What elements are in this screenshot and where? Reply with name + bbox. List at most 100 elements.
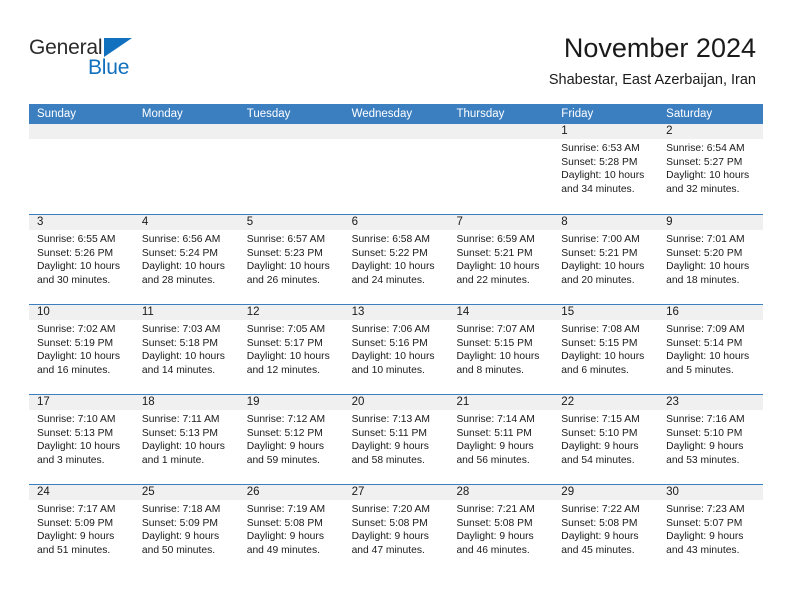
day-detail-line: Sunrise: 7:13 AM <box>351 414 430 425</box>
day-detail-line: and 3 minutes. <box>37 454 105 466</box>
calendar-day-cell[interactable]: 13 Sunrise: 7:06 AM Sunset: 5:16 PM Dayligh… <box>343 305 449 394</box>
calendar-day-cell[interactable]: 25 Sunrise: 7:18 AM Sunset: 5:09 PM Dayligh… <box>133 485 239 574</box>
day-detail-line: Sunrise: 7:01 AM <box>666 234 745 245</box>
day-detail-line: Sunset: 5:26 PM <box>37 247 114 259</box>
calendar-day-cell[interactable]: 15 Sunrise: 7:08 AM Sunset: 5:15 PM Dayligh… <box>553 305 659 394</box>
day-detail-line: Sunrise: 7:09 AM <box>666 324 745 335</box>
calendar-day-cell[interactable]: 10 Sunrise: 7:02 AM Sunset: 5:19 PM Dayligh… <box>29 305 134 394</box>
day-details: Sunrise: 7:13 AM Sunset: 5:11 PM Daylight:… <box>344 410 449 467</box>
day-detail-line: Daylight: 9 hours <box>666 441 744 452</box>
day-detail-line: Sunrise: 6:57 AM <box>246 234 326 245</box>
day-detail-line: Sunset: 5:11 PM <box>456 427 532 439</box>
day-detail-line: Daylight: 10 hours <box>37 351 120 362</box>
day-detail-line: Daylight: 10 hours <box>666 351 750 362</box>
day-detail-line: and 46 minutes. <box>456 544 530 556</box>
day-number: 9 <box>658 215 764 230</box>
day-details: Sunrise: 7:09 AM Sunset: 5:14 PM Daylight:… <box>658 320 763 377</box>
day-detail-line: and 10 minutes. <box>351 364 425 376</box>
day-detail-line: Daylight: 10 hours <box>351 351 435 362</box>
day-detail-line: Sunset: 5:08 PM <box>246 517 323 529</box>
day-detail-line: Sunset: 5:11 PM <box>351 427 427 439</box>
calendar-day-cell[interactable]: 22 Sunrise: 7:15 AM Sunset: 5:10 PM Dayligh… <box>553 395 659 484</box>
triangle-icon <box>104 38 132 57</box>
day-detail-line: Sunrise: 7:06 AM <box>351 324 430 335</box>
day-detail-line: Sunrise: 7:19 AM <box>246 504 326 515</box>
calendar-day-cell[interactable]: 29 Sunrise: 7:22 AM Sunset: 5:08 PM Dayligh… <box>553 485 659 574</box>
day-detail-line: Sunset: 5:10 PM <box>666 427 743 439</box>
day-detail-line: Sunset: 5:08 PM <box>351 517 428 529</box>
calendar-day-cell[interactable]: 8 Sunrise: 7:00 AM Sunset: 5:21 PM Daylight… <box>553 215 659 304</box>
day-detail-line: Sunrise: 7:16 AM <box>666 414 745 425</box>
day-detail-line: Sunset: 5:24 PM <box>141 247 218 259</box>
day-detail-line: Sunset: 5:14 PM <box>666 337 743 349</box>
calendar-day-cell[interactable]: 16 Sunrise: 7:09 AM Sunset: 5:14 PM Dayligh… <box>658 305 764 394</box>
day-detail-line: and 56 minutes. <box>456 454 530 466</box>
calendar-day-cell[interactable]: 20 Sunrise: 7:13 AM Sunset: 5:11 PM Dayligh… <box>343 395 449 484</box>
day-detail-line: Sunset: 5:20 PM <box>666 247 743 259</box>
calendar-day-cell[interactable]: 4 Sunrise: 6:56 AM Sunset: 5:24 PM Daylight… <box>133 215 239 304</box>
day-detail-line: Sunset: 5:08 PM <box>561 517 638 529</box>
calendar-day-cell[interactable]: 24 Sunrise: 7:17 AM Sunset: 5:09 PM Dayligh… <box>29 485 134 574</box>
day-number <box>29 124 134 139</box>
day-detail-line: Daylight: 9 hours <box>37 531 115 542</box>
general-blue-logo[interactable]: General Blue <box>29 36 169 84</box>
day-detail-line: Sunrise: 7:00 AM <box>561 234 640 245</box>
calendar-week-row: 17 Sunrise: 7:10 AM Sunset: 5:13 PM Dayligh… <box>29 394 764 484</box>
day-details: Sunrise: 7:14 AM Sunset: 5:11 PM Daylight:… <box>448 410 553 467</box>
calendar-day-cell[interactable]: 14 Sunrise: 7:07 AM Sunset: 5:15 PM Dayligh… <box>448 305 554 394</box>
calendar-day-cell[interactable]: 17 Sunrise: 7:10 AM Sunset: 5:13 PM Dayligh… <box>29 395 134 484</box>
calendar-day-cell[interactable]: 21 Sunrise: 7:14 AM Sunset: 5:11 PM Dayligh… <box>448 395 554 484</box>
day-details: Sunrise: 7:01 AM Sunset: 5:20 PM Daylight:… <box>658 230 763 287</box>
calendar-day-cell[interactable]: 18 Sunrise: 7:11 AM Sunset: 5:13 PM Dayligh… <box>133 395 239 484</box>
day-detail-line: Daylight: 10 hours <box>561 261 645 272</box>
calendar-cell-empty <box>343 124 449 214</box>
calendar-day-cell[interactable]: 9 Sunrise: 7:01 AM Sunset: 5:20 PM Daylight… <box>658 215 764 304</box>
day-detail-line: Daylight: 9 hours <box>141 531 220 542</box>
day-number: 13 <box>343 305 449 320</box>
day-detail-line: and 20 minutes. <box>561 274 635 286</box>
calendar-day-cell[interactable]: 12 Sunrise: 7:05 AM Sunset: 5:17 PM Dayligh… <box>238 305 344 394</box>
calendar-day-cell[interactable]: 5 Sunrise: 6:57 AM Sunset: 5:23 PM Daylight… <box>238 215 344 304</box>
calendar-day-cell[interactable]: 2 Sunrise: 6:54 AM Sunset: 5:27 PM Daylight… <box>658 124 764 214</box>
calendar-cell-empty <box>448 124 554 214</box>
day-details: Sunrise: 7:07 AM Sunset: 5:15 PM Daylight:… <box>448 320 553 377</box>
day-detail-line: and 5 minutes. <box>666 364 734 376</box>
day-detail-line: and 24 minutes. <box>351 274 425 286</box>
calendar-day-cell[interactable]: 6 Sunrise: 6:58 AM Sunset: 5:22 PM Daylight… <box>343 215 449 304</box>
day-detail-line: Sunrise: 7:23 AM <box>666 504 745 515</box>
day-details: Sunrise: 7:11 AM Sunset: 5:13 PM Daylight:… <box>134 410 239 467</box>
day-detail-line: and 12 minutes. <box>246 364 320 376</box>
weekday-header-sunday: Sunday <box>37 108 77 120</box>
calendar-day-cell[interactable]: 3 Sunrise: 6:55 AM Sunset: 5:26 PM Daylight… <box>29 215 134 304</box>
day-detail-line: Sunrise: 7:05 AM <box>246 324 326 335</box>
day-detail-line: Daylight: 10 hours <box>666 170 750 181</box>
day-details: Sunrise: 6:58 AM Sunset: 5:22 PM Daylight:… <box>344 230 449 287</box>
day-detail-line: Sunrise: 6:59 AM <box>456 234 535 245</box>
day-detail-line: Daylight: 10 hours <box>666 261 750 272</box>
day-detail-line: and 58 minutes. <box>351 454 425 466</box>
day-number: 19 <box>238 395 344 410</box>
calendar-day-cell[interactable]: 7 Sunrise: 6:59 AM Sunset: 5:21 PM Daylight… <box>448 215 554 304</box>
calendar-day-cell[interactable]: 27 Sunrise: 7:20 AM Sunset: 5:08 PM Dayligh… <box>343 485 449 574</box>
calendar-week-row: 10 Sunrise: 7:02 AM Sunset: 5:19 PM Dayligh… <box>29 304 764 394</box>
calendar-day-cell[interactable]: 23 Sunrise: 7:16 AM Sunset: 5:10 PM Dayligh… <box>658 395 764 484</box>
day-detail-line: Sunrise: 6:53 AM <box>561 143 640 154</box>
calendar-day-cell[interactable]: 28 Sunrise: 7:21 AM Sunset: 5:08 PM Dayligh… <box>448 485 554 574</box>
day-number: 28 <box>448 485 554 500</box>
weekday-header-wednesday: Wednesday <box>351 108 413 120</box>
day-detail-line: Sunset: 5:16 PM <box>351 337 428 349</box>
day-detail-line: and 14 minutes. <box>141 364 216 376</box>
day-details <box>134 139 239 142</box>
calendar-day-cell[interactable]: 11 Sunrise: 7:03 AM Sunset: 5:18 PM Dayligh… <box>133 305 239 394</box>
calendar-day-cell[interactable]: 1 Sunrise: 6:53 AM Sunset: 5:28 PM Daylight… <box>553 124 659 214</box>
day-detail-line: Daylight: 10 hours <box>246 351 330 362</box>
day-detail-line: Daylight: 10 hours <box>141 261 225 272</box>
day-number: 1 <box>553 124 659 139</box>
day-number: 4 <box>133 215 239 230</box>
day-details: Sunrise: 7:08 AM Sunset: 5:15 PM Daylight:… <box>553 320 658 377</box>
day-number <box>238 124 344 139</box>
day-detail-line: Daylight: 10 hours <box>456 351 540 362</box>
calendar-day-cell[interactable]: 30 Sunrise: 7:23 AM Sunset: 5:07 PM Dayligh… <box>658 485 764 574</box>
calendar-day-cell[interactable]: 19 Sunrise: 7:12 AM Sunset: 5:12 PM Dayligh… <box>238 395 344 484</box>
calendar-day-cell[interactable]: 26 Sunrise: 7:19 AM Sunset: 5:08 PM Dayligh… <box>238 485 344 574</box>
